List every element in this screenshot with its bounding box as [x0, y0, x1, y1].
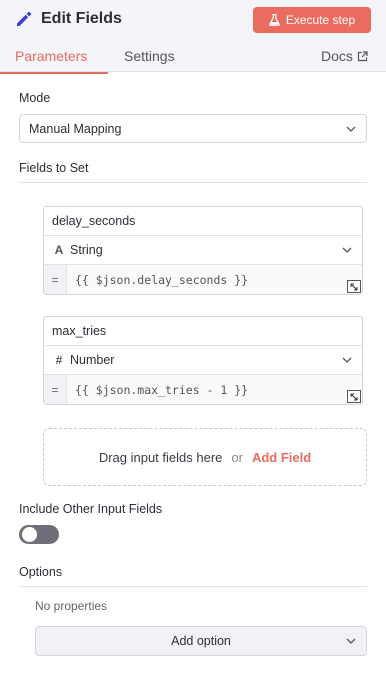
chevron-down-icon	[342, 247, 352, 253]
tab-parameters[interactable]: Parameters	[0, 48, 109, 74]
field-type-select[interactable]: # Number	[44, 346, 362, 375]
dropzone-or: or	[231, 449, 243, 465]
tab-bar: Parameters Settings Docs	[0, 44, 386, 74]
string-type-icon: A	[54, 243, 64, 257]
expand-icon[interactable]	[347, 390, 361, 403]
field-dropzone[interactable]: Drag input fields here or Add Field	[43, 428, 367, 486]
chevron-down-icon	[346, 126, 356, 132]
field-type-select[interactable]: A String	[44, 236, 362, 265]
mode-select-value: Manual Mapping	[29, 121, 122, 136]
number-type-icon: #	[55, 353, 63, 367]
tab-docs[interactable]: Docs	[321, 48, 368, 64]
tab-settings[interactable]: Settings	[124, 48, 175, 64]
execute-step-button[interactable]: Execute step	[253, 7, 371, 33]
external-link-icon	[357, 50, 368, 61]
add-field-button[interactable]: Add Field	[252, 450, 311, 465]
mode-select[interactable]: Manual Mapping	[19, 114, 367, 143]
toggle-knob	[22, 527, 37, 542]
options-label: Options	[19, 565, 367, 587]
dropzone-text: Drag input fields here	[98, 449, 223, 465]
pencil-icon	[17, 11, 32, 26]
node-header: Edit Fields Execute step Parameters Sett…	[0, 0, 386, 74]
expression-equals-icon: =	[44, 265, 67, 294]
field-value-expression[interactable]: {{ $json.max_tries - 1 }}	[67, 375, 362, 404]
execute-step-label: Execute step	[285, 13, 356, 27]
field-value-row: = {{ $json.delay_seconds }}	[44, 265, 362, 294]
no-properties-text: No properties	[35, 599, 108, 613]
chevron-down-icon	[342, 357, 352, 363]
field-assignment: max_tries # Number = {{ $json.max_tries …	[43, 316, 363, 405]
mode-label: Mode	[19, 91, 51, 105]
add-option-button[interactable]: Add option	[35, 626, 367, 656]
title-row: Edit Fields	[14, 8, 122, 30]
flask-icon	[268, 14, 280, 26]
page-title: Edit Fields	[41, 10, 122, 27]
expand-icon[interactable]	[347, 280, 361, 293]
field-value-row: = {{ $json.max_tries - 1 }}	[44, 375, 362, 404]
expression-equals-icon: =	[44, 375, 67, 404]
field-assignment: delay_seconds A String = {{ $json.delay_…	[43, 206, 363, 295]
field-name-input[interactable]: max_tries	[44, 317, 362, 346]
chevron-down-icon	[346, 638, 356, 644]
tab-docs-label: Docs	[321, 48, 353, 64]
field-value-expression[interactable]: {{ $json.delay_seconds }}	[67, 265, 362, 294]
field-type-value: Number	[70, 353, 115, 367]
add-option-label: Add option	[171, 634, 231, 648]
field-type-value: String	[70, 243, 103, 257]
include-other-label: Include Other Input Fields	[19, 502, 163, 516]
field-name-input[interactable]: delay_seconds	[44, 207, 362, 236]
include-other-toggle[interactable]	[19, 525, 59, 544]
fields-to-set-label: Fields to Set	[19, 161, 367, 183]
